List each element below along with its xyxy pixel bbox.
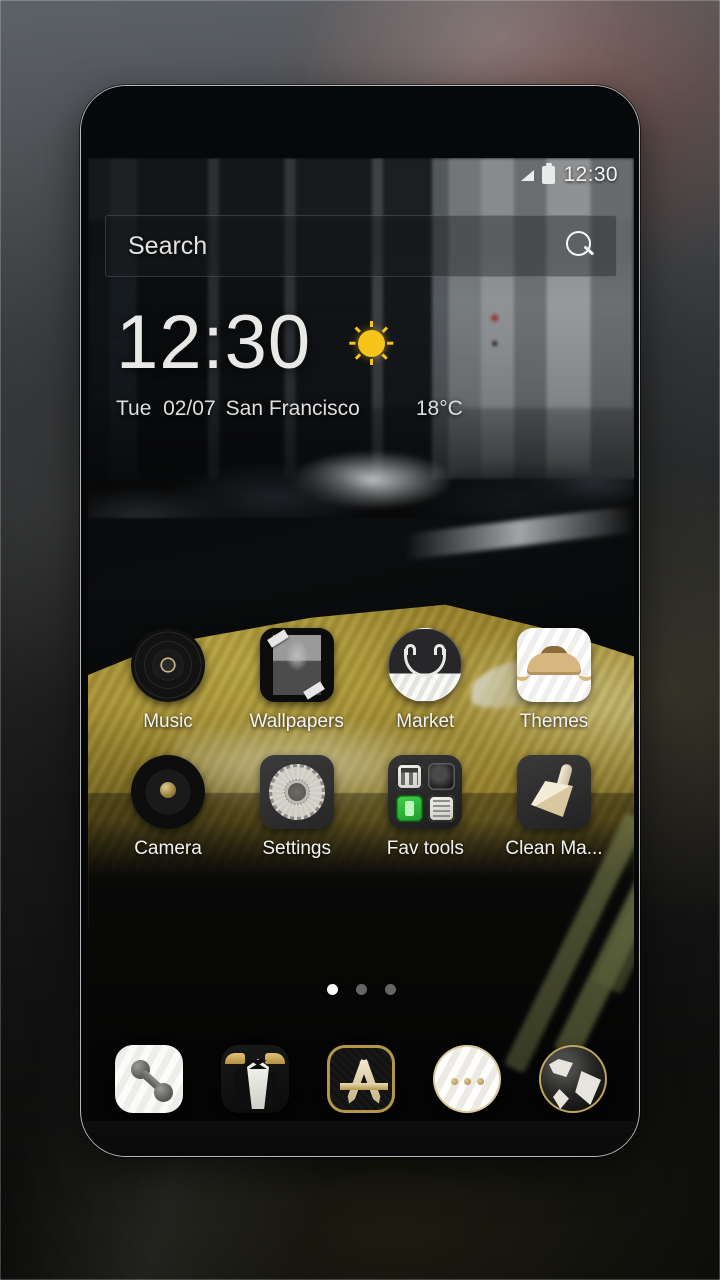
app-grid: Music Wallpapers Market Themes Camera Se… <box>88 628 634 882</box>
app-icon-settings[interactable]: Settings <box>245 755 349 860</box>
widget-clock-time[interactable]: 12:30 <box>116 303 311 383</box>
app-label: Fav tools <box>386 838 464 859</box>
app-folder-fav-tools[interactable]: Fav tools <box>373 755 477 860</box>
app-drawer-a-icon[interactable] <box>327 1045 395 1113</box>
app-label: Clean Ma... <box>505 838 603 859</box>
phone-handset-icon[interactable] <box>115 1045 183 1113</box>
page-dot[interactable] <box>384 984 396 995</box>
dock-item-phone[interactable] <box>110 1045 188 1113</box>
globe-icon[interactable] <box>539 1045 607 1113</box>
device-bottom-bezel <box>81 1121 639 1156</box>
folder-icon[interactable] <box>388 755 463 829</box>
widget-temperature: 18°C <box>415 397 463 420</box>
clock-row: 12:30 <box>116 303 576 383</box>
app-label: Market <box>396 711 455 732</box>
dock-item-messaging[interactable] <box>428 1045 506 1113</box>
dock-item-browser[interactable] <box>534 1045 612 1113</box>
dock-item-app-drawer[interactable] <box>322 1045 400 1113</box>
clock-weather-widget[interactable]: 12:30 Tue 02/07 San Francisco 18°C <box>116 303 576 421</box>
photo-frame-icon[interactable] <box>259 628 334 702</box>
app-label: Settings <box>262 838 331 859</box>
brush-icon[interactable] <box>516 755 591 829</box>
widget-city: San Francisco <box>225 397 360 420</box>
camera-lens-icon[interactable] <box>131 755 205 829</box>
shopping-bag-smile-icon[interactable] <box>388 628 463 702</box>
app-label: Themes <box>519 711 589 732</box>
tuxedo-icon[interactable] <box>221 1045 289 1113</box>
search-bar[interactable]: Search <box>105 215 617 277</box>
app-icon-themes[interactable]: Themes <box>502 628 606 733</box>
battery-icon <box>542 163 556 184</box>
search-input[interactable]: Search <box>106 232 566 261</box>
app-icon-market[interactable]: Market <box>373 628 477 733</box>
sun-icon[interactable] <box>349 321 394 365</box>
page-dot-active[interactable] <box>326 984 338 995</box>
phone-device-frame: 12:30 Search 12:30 Tue 02/07 San Francis… <box>80 85 640 1157</box>
status-bar-clock: 12:30 <box>563 163 618 186</box>
status-bar: 12:30 <box>88 158 634 192</box>
dock <box>88 1045 634 1113</box>
app-row: Music Wallpapers Market Themes <box>88 628 634 733</box>
app-row: Camera Settings Fav tools Clean Ma... <box>88 755 634 860</box>
page-indicator <box>88 984 634 995</box>
app-label: Wallpapers <box>249 711 344 732</box>
app-label: Music <box>143 711 193 732</box>
vinyl-record-icon[interactable] <box>131 628 205 702</box>
page-dot[interactable] <box>355 984 367 995</box>
gear-icon[interactable] <box>259 755 334 829</box>
app-icon-camera[interactable]: Camera <box>116 755 220 860</box>
app-icon-music[interactable]: Music <box>116 628 220 733</box>
phone-screen: 12:30 Search 12:30 Tue 02/07 San Francis… <box>88 158 634 1123</box>
device-top-bezel <box>81 86 639 158</box>
button-dots-icon[interactable] <box>433 1045 501 1113</box>
app-label: Camera <box>134 838 202 859</box>
widget-subline: Tue 02/07 San Francisco 18°C <box>116 397 576 421</box>
dock-item-contacts[interactable] <box>216 1045 294 1113</box>
mustache-icon[interactable] <box>516 628 591 702</box>
app-icon-wallpapers[interactable]: Wallpapers <box>245 628 349 733</box>
widget-date: Tue 02/07 <box>116 397 216 420</box>
search-icon[interactable] <box>566 231 596 261</box>
signal-triangle-icon <box>521 169 535 181</box>
app-icon-clean-master[interactable]: Clean Ma... <box>502 755 606 860</box>
